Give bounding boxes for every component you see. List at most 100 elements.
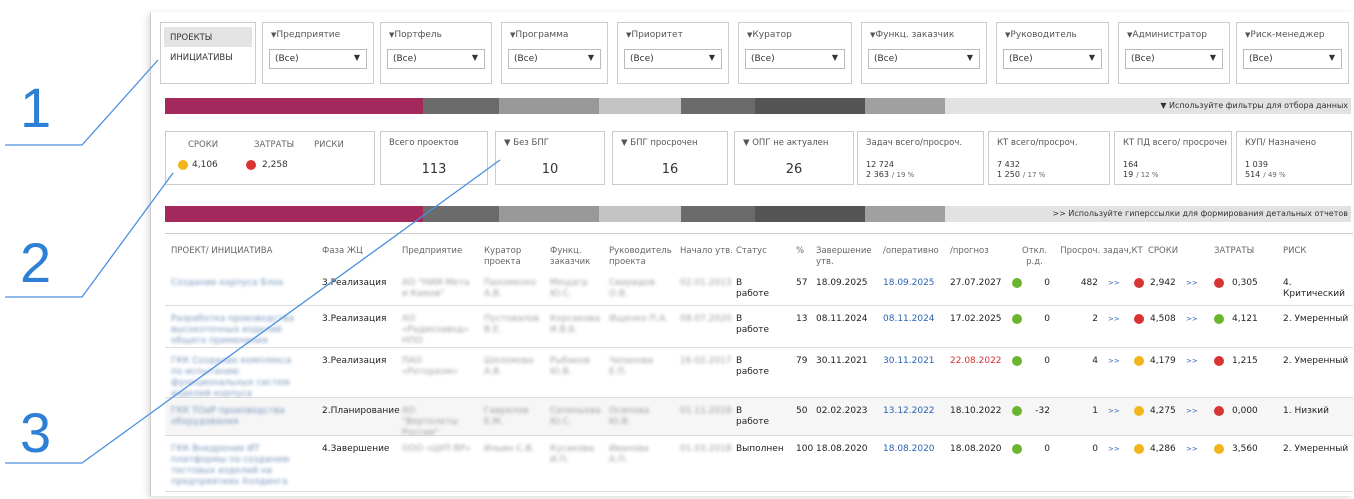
tab-initiatives[interactable]: ИНИЦИАТИВЫ (164, 49, 252, 69)
column-header[interactable]: /оперативно (883, 246, 948, 257)
column-header[interactable]: Предприятие (402, 246, 482, 257)
kpi-label: ▼ ОПГ не актуален (743, 138, 829, 148)
column-header[interactable]: Просроч. задач,КТ (1057, 246, 1146, 257)
label-riski[interactable]: РИСКИ (314, 140, 344, 150)
bar-segment (681, 98, 755, 114)
schedule-dot (1134, 356, 1144, 366)
kpi-detail-card[interactable]: КУП/ Назначено 1 039 514/ 49 % (1236, 131, 1352, 185)
cell-oper[interactable]: 18.09.2025 (883, 278, 943, 289)
column-header[interactable]: Функц. заказчик (550, 246, 607, 268)
bar-segment (165, 98, 423, 114)
kpi-card[interactable]: ▼ Без БПГ 10 (495, 131, 605, 185)
chevron-down-icon: ▼ (1328, 53, 1335, 62)
filter-dropdown[interactable]: (Все) ▼ (1243, 49, 1342, 69)
kpi-detail-card[interactable]: Задач всего/просроч. 12 724 2 363/ 19 % (857, 131, 984, 185)
cell-pros: 1 (1092, 406, 1098, 416)
callout-2: 2 (20, 231, 52, 294)
cell-ruk: Иванова А.П. (609, 444, 649, 465)
status-summary-panel: СРОКИ ЗАТРАТЫ РИСКИ 4,106 2,258 (165, 131, 375, 185)
kpi-total: 12 724 (866, 160, 894, 169)
filter-dropdown[interactable]: (Все) ▼ (624, 49, 722, 69)
cell-ruk: Ищенко П.А. (609, 314, 669, 324)
drilldown-arrow[interactable]: >> (1108, 444, 1120, 455)
filter-label: Риск-менеджер (1245, 30, 1324, 40)
cell-proj[interactable]: ГКК ТОиР производства оборудования (171, 406, 301, 428)
column-header[interactable]: Фаза ЖЦ (322, 246, 400, 257)
cell-prog: 22.08.2022 (950, 356, 1002, 366)
filter-dropdown[interactable]: (Все) ▼ (1003, 49, 1102, 69)
drilldown-arrow[interactable]: >> (1108, 406, 1120, 417)
bar-segment (865, 98, 945, 114)
cell-cur: Шеломова А.В. (484, 356, 534, 377)
cell-status: В работе (736, 406, 770, 427)
cost-dot (1214, 356, 1224, 366)
cell-zatr: 0,305 (1232, 278, 1258, 288)
cell-proj[interactable]: ГКК Создание комплекса по испытанию функ… (171, 356, 301, 400)
drilldown-arrow[interactable]: >> (1186, 444, 1198, 455)
cell-pros: 482 (1080, 278, 1098, 288)
cell-oper[interactable]: 30.11.2021 (883, 356, 943, 367)
column-header[interactable]: Начало утв. (680, 246, 734, 257)
filter-dropdown[interactable]: (Все) ▼ (868, 49, 980, 69)
cell-fz: Сепеньева Ю.С. (550, 406, 601, 427)
table-header-line (165, 233, 1353, 234)
filter-label: Приоритет (626, 30, 682, 40)
kpi-total: 1 039 (1245, 160, 1268, 169)
column-header[interactable]: СРОКИ (1148, 246, 1212, 257)
column-header[interactable]: ПРОЕКТ/ ИНИЦИАТИВА (171, 246, 311, 257)
sroki-value: 4,106 (192, 160, 218, 170)
column-header[interactable]: Куратор проекта (484, 246, 548, 268)
cell-oper[interactable]: 13.12.2022 (883, 406, 943, 417)
kpi-card[interactable]: ▼ ОПГ не актуален 26 (734, 131, 854, 185)
cost-dot (1214, 444, 1224, 454)
filter-hint-text: ▼ Используйте фильтры для отбора данных (1160, 101, 1348, 110)
column-header[interactable]: /прогноз (950, 246, 1012, 257)
drilldown-arrow[interactable]: >> (1108, 356, 1120, 367)
cell-end: 02.02.2023 (816, 406, 868, 416)
cell-srok: 2,942 (1150, 278, 1176, 288)
filter-dropdown[interactable]: (Все) ▼ (508, 49, 601, 69)
chevron-down-icon: ▼ (587, 53, 594, 62)
cell-proj[interactable]: ГКК Внедрение ИТ платформы по созданию т… (171, 444, 301, 488)
cell-oper[interactable]: 18.08.2020 (883, 444, 943, 455)
kpi-card[interactable]: Всего проектов 113 (380, 131, 488, 185)
column-header[interactable]: ЗАТРАТЫ (1214, 246, 1281, 257)
label-zatraty[interactable]: ЗАТРАТЫ (254, 140, 294, 150)
kpi-detail-card[interactable]: КТ всего/просроч. 7 432 1 250/ 17 % (988, 131, 1110, 185)
filter-dropdown[interactable]: (Все) ▼ (269, 49, 367, 69)
column-header[interactable]: Завершение утв. (816, 246, 881, 268)
cell-srok: 4,275 (1150, 406, 1176, 416)
drilldown-arrow[interactable]: >> (1186, 314, 1198, 325)
column-header[interactable]: Откл. р.д. (1014, 246, 1055, 268)
cell-proj[interactable]: Создание корпуса Блок (171, 278, 301, 289)
drilldown-arrow[interactable]: >> (1186, 406, 1198, 417)
bar-segment (499, 98, 599, 114)
filter-dropdown[interactable]: (Все) ▼ (745, 49, 845, 69)
cell-end: 30.11.2021 (816, 356, 868, 366)
kpi-overdue: 1 250/ 17 % (997, 170, 1045, 180)
tab-projects[interactable]: ПРОЕКТЫ (164, 27, 252, 47)
cell-risk: 2. Умеренный (1283, 314, 1349, 324)
kpi-card[interactable]: ▼ БПГ просрочен 16 (612, 131, 728, 185)
filter-label: Куратор (747, 30, 791, 40)
column-header[interactable]: Руководитель проекта (609, 246, 678, 268)
column-header[interactable]: % (796, 246, 814, 257)
cell-ruk: Чазанова Е.П. (609, 356, 654, 377)
filter-dropdown[interactable]: (Все) ▼ (1125, 49, 1223, 69)
drilldown-arrow[interactable]: >> (1108, 278, 1120, 289)
column-header[interactable]: Статус (736, 246, 794, 257)
filter-value: (Все) (630, 54, 654, 64)
chevron-down-icon: ▼ (353, 53, 360, 62)
filter-label: Руководитель (1005, 30, 1076, 40)
cell-otkl: 0 (1044, 356, 1050, 366)
filter-4: Куратор (Все) ▼ (738, 22, 852, 84)
label-sroki[interactable]: СРОКИ (188, 140, 218, 150)
cell-proj[interactable]: Разработка производства высокоточных изд… (171, 314, 301, 347)
filter-dropdown[interactable]: (Все) ▼ (387, 49, 485, 69)
drilldown-arrow[interactable]: >> (1186, 356, 1198, 367)
column-header[interactable]: РИСК (1283, 246, 1343, 257)
drilldown-arrow[interactable]: >> (1186, 278, 1198, 289)
kpi-detail-card[interactable]: КТ ПД всего/ просрочено 164 19/ 12 % (1114, 131, 1232, 185)
cell-oper[interactable]: 08.11.2024 (883, 314, 943, 325)
drilldown-arrow[interactable]: >> (1108, 314, 1120, 325)
